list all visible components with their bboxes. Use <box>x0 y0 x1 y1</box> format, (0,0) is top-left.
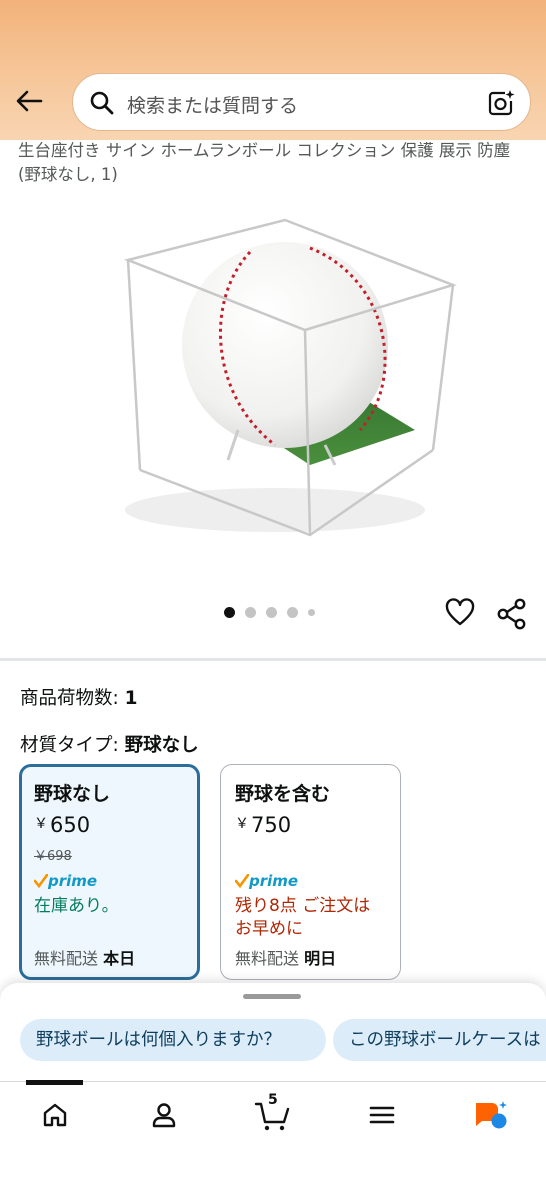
product-image[interactable] <box>60 190 490 570</box>
quantity-label: 商品荷物数: <box>20 688 125 709</box>
prime-check-icon <box>235 874 249 888</box>
heart-icon[interactable] <box>444 597 476 629</box>
sheet-drag-handle[interactable] <box>243 994 301 999</box>
top-header: 検索または質問する <box>0 0 546 140</box>
delivery-day: 明日 <box>304 949 337 968</box>
currency-symbol: ￥ <box>235 816 249 832</box>
carousel-dot[interactable] <box>245 607 256 618</box>
prime-badge: prime <box>235 872 298 890</box>
stock-status: 在庫あり。 <box>34 896 119 916</box>
menu-icon <box>369 1106 395 1124</box>
section-divider <box>0 658 546 661</box>
search-input[interactable]: 検索または質問する <box>127 91 298 118</box>
material-row: 材質タイプ: 野球なし <box>20 731 199 757</box>
delivery-day: 本日 <box>103 949 136 968</box>
rufus-icon <box>476 1101 507 1129</box>
delivery-label: 無料配送 <box>34 949 104 968</box>
arrow-left-icon <box>16 90 43 112</box>
camera-lens-icon[interactable] <box>486 88 516 118</box>
back-button[interactable] <box>12 84 46 118</box>
prime-check-icon <box>34 874 48 888</box>
image-carousel-dots[interactable] <box>224 607 315 618</box>
stock-status: 残り8点 ご注文は お早めに <box>235 895 370 941</box>
list-price: ￥698 <box>34 849 72 864</box>
variant-name: 野球なし <box>34 783 111 805</box>
carousel-dot[interactable] <box>308 609 315 616</box>
suggestion-chip[interactable]: 野球ボールは何個入りますか？ <box>20 1019 326 1061</box>
variant-price: ￥750 <box>235 813 291 837</box>
ball-in-cube-illustration <box>123 218 457 537</box>
home-icon <box>43 1103 67 1127</box>
stock-line: 残り8点 ご注文は <box>235 896 371 916</box>
delivery-info: 無料配送 明日 <box>235 945 336 969</box>
search-icon <box>90 91 114 115</box>
quantity-row: 商品荷物数: 1 <box>20 684 138 710</box>
bottom-sheet: 野球ボールは何個入りますか？ この野球ボールケースは 5 <box>0 983 546 1200</box>
nav-cart[interactable]: 5 <box>253 1092 293 1135</box>
material-value: 野球なし <box>124 735 199 756</box>
delivery-label: 無料配送 <box>235 949 305 968</box>
variant-price: ￥650 <box>34 813 90 837</box>
nav-account[interactable] <box>144 1095 184 1135</box>
active-tab-indicator <box>26 1080 83 1085</box>
search-bar[interactable]: 検索または質問する <box>72 73 531 131</box>
share-icon[interactable] <box>495 597 529 631</box>
cart-count: 5 <box>268 1092 278 1108</box>
carousel-dot[interactable] <box>224 607 235 618</box>
stock-line: お早めに <box>235 919 303 939</box>
material-label: 材質タイプ: <box>20 735 125 756</box>
account-icon <box>152 1103 176 1128</box>
prime-badge: prime <box>34 872 97 890</box>
price-value: 650 <box>50 813 91 837</box>
variant-card-with-ball[interactable]: 野球を含む ￥750 prime 残り8点 ご注文は お早めに 無料配送 明日 <box>220 764 401 980</box>
suggestion-chip[interactable]: この野球ボールケースは <box>333 1019 546 1061</box>
delivery-info: 無料配送 本日 <box>34 945 135 969</box>
carousel-dot[interactable] <box>266 607 277 618</box>
prime-label: prime <box>48 872 98 890</box>
currency-symbol: ￥ <box>34 816 48 832</box>
price-value: 750 <box>251 813 292 837</box>
prime-label: prime <box>249 872 299 890</box>
quantity-value: 1 <box>124 688 138 709</box>
nav-menu[interactable] <box>362 1095 402 1135</box>
product-title[interactable]: 生台座付き サイン ホームランボール コレクション 保護 展示 防塵 (野球なし… <box>18 139 528 187</box>
nav-home[interactable] <box>35 1095 75 1135</box>
variant-name: 野球を含む <box>235 783 331 805</box>
carousel-dot[interactable] <box>287 607 298 618</box>
variant-card-no-ball[interactable]: 野球なし ￥650 ￥698 prime 在庫あり。 無料配送 本日 <box>19 764 200 980</box>
nav-rufus[interactable] <box>471 1095 511 1135</box>
